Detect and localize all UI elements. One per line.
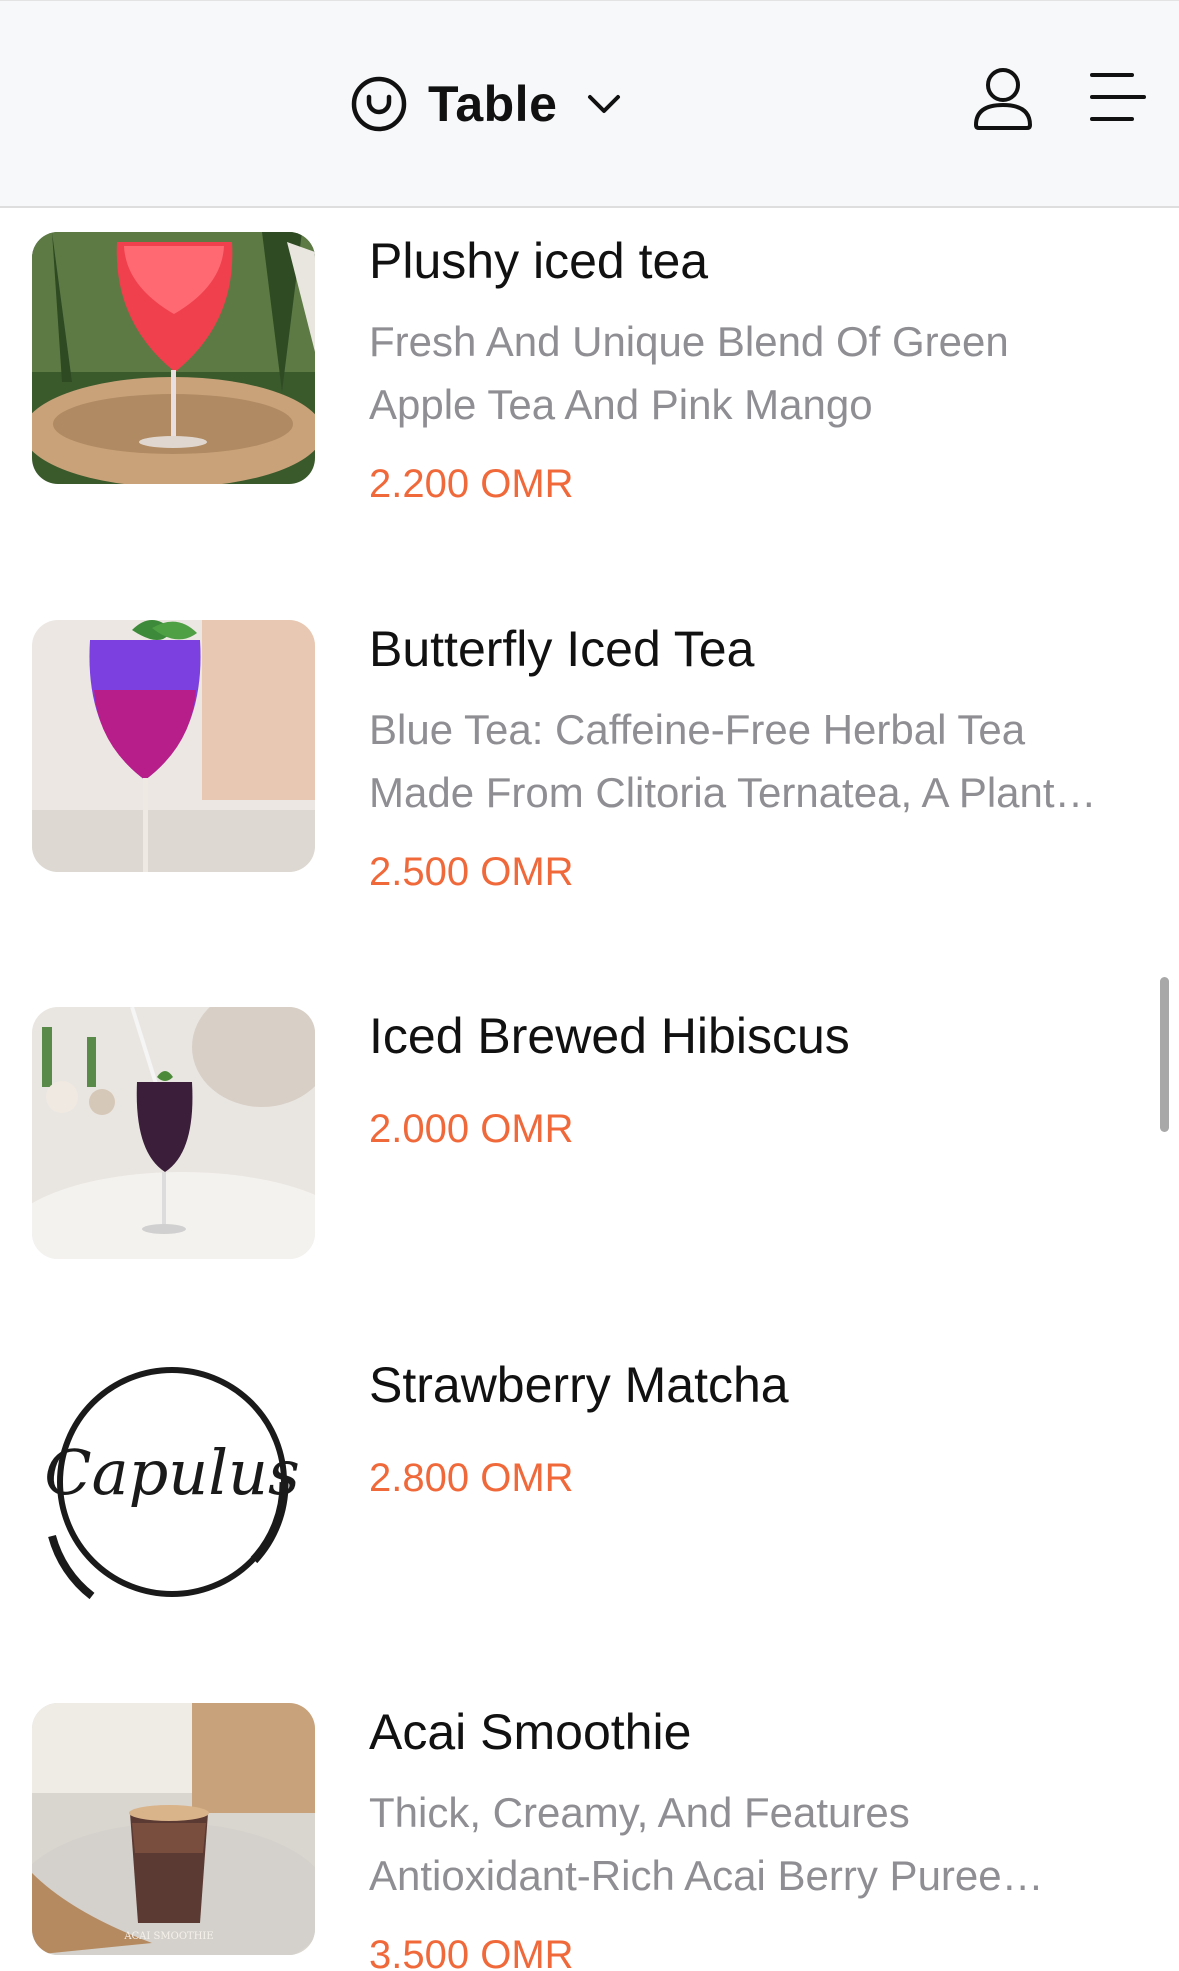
item-name: Butterfly Iced Tea — [369, 621, 755, 677]
item-name: Plushy iced tea — [369, 233, 709, 289]
clock-icon — [351, 76, 407, 132]
menu-item[interactable]: Butterfly Iced Tea Blue Tea: Caffeine-Fr… — [0, 620, 1179, 920]
red-drink-image — [32, 232, 315, 484]
item-name: Strawberry Matcha — [369, 1357, 789, 1413]
table-selector[interactable]: Table — [350, 67, 623, 141]
item-name: Acai Smoothie — [369, 1704, 692, 1760]
item-info: Plushy iced tea Fresh And Unique Blend O… — [369, 232, 1131, 510]
item-image: Capulus — [32, 1356, 315, 1608]
menu-item[interactable]: Iced Brewed Hibiscus 2.000 OMR — [0, 1007, 1179, 1277]
chevron-down-icon — [588, 95, 621, 113]
description-line: Blue Tea: Caffeine-Free Herbal Tea — [369, 706, 1026, 753]
description-line: Antioxidant-Rich Acai Berry Puree… — [369, 1852, 1044, 1899]
scrollbar[interactable] — [1160, 977, 1169, 1132]
item-price: 2.500 OMR — [369, 850, 574, 894]
item-info: Strawberry Matcha 2.800 OMR — [369, 1356, 1131, 1504]
hibiscus-drink-image — [32, 1007, 315, 1259]
menu-icon[interactable] — [1088, 69, 1148, 125]
menu-item[interactable]: Capulus Strawberry Matcha 2.800 OMR — [0, 1356, 1179, 1608]
user-icon[interactable] — [970, 65, 1036, 131]
item-description: Blue Tea: Caffeine-Free Herbal Tea Made … — [369, 698, 1139, 824]
item-image — [32, 620, 315, 872]
description-line: Made From Clitoria Ternatea, A Plant… — [369, 769, 1097, 816]
item-price: 2.800 OMR — [369, 1456, 574, 1500]
item-image: ACAI SMOOTHIE — [32, 1703, 315, 1955]
item-name: Iced Brewed Hibiscus — [369, 1008, 850, 1064]
item-description: Thick, Creamy, And Features Antioxidant-… — [369, 1781, 1139, 1907]
acai-drink-image: ACAI SMOOTHIE — [32, 1703, 315, 1955]
menu-item[interactable]: Plushy iced tea Fresh And Unique Blend O… — [0, 232, 1179, 532]
purple-drink-image — [32, 620, 315, 872]
description-line: Fresh And Unique Blend Of Green — [369, 318, 1009, 365]
description-line: Thick, Creamy, And Features — [369, 1789, 910, 1836]
table-label: Table — [428, 76, 558, 132]
item-info: Acai Smoothie Thick, Creamy, And Feature… — [369, 1703, 1131, 1971]
item-image — [32, 232, 315, 484]
item-info: Iced Brewed Hibiscus 2.000 OMR — [369, 1007, 1131, 1155]
item-description: Fresh And Unique Blend Of Green Apple Te… — [369, 310, 1139, 436]
menu-item[interactable]: ACAI SMOOTHIE Acai Smoothie Thick, Cream… — [0, 1703, 1179, 1971]
item-price: 3.500 OMR — [369, 1933, 574, 1971]
item-price: 2.000 OMR — [369, 1107, 574, 1151]
capulus-logo: Capulus — [32, 1356, 315, 1608]
item-image — [32, 1007, 315, 1259]
top-bar: Table — [0, 0, 1179, 208]
description-line: Apple Tea And Pink Mango — [369, 381, 873, 428]
image-caption: ACAI SMOOTHIE — [123, 1931, 213, 1942]
item-price: 2.200 OMR — [369, 462, 574, 506]
item-info: Butterfly Iced Tea Blue Tea: Caffeine-Fr… — [369, 620, 1131, 898]
menu-page: Table Plushy iced tea Fresh And Unique B… — [0, 0, 1179, 1971]
logo-text: Capulus — [44, 1436, 300, 1509]
